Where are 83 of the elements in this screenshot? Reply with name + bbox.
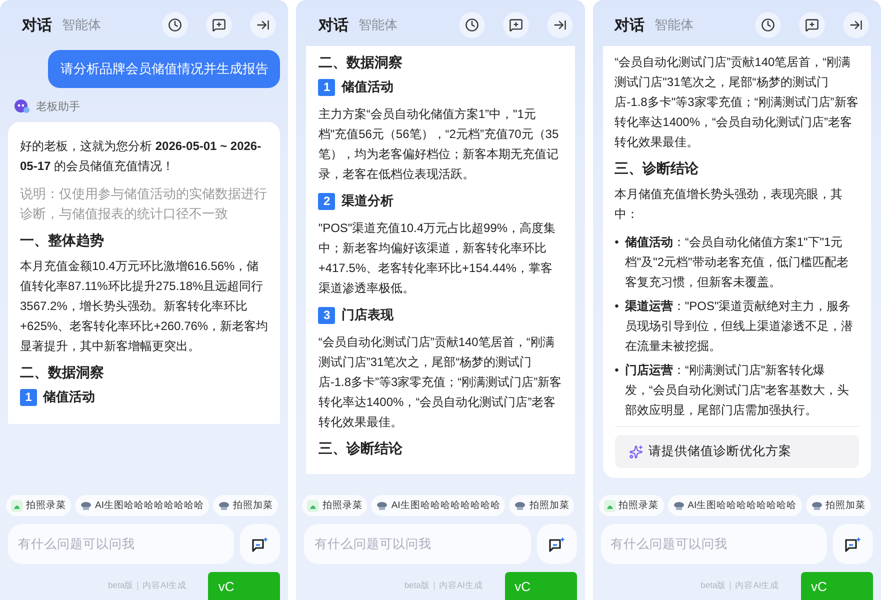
arrow-to-line-icon [848, 18, 863, 32]
chat-sparkle-icon [844, 536, 862, 552]
quick-action-chip[interactable]: 拍照加菜 [806, 495, 871, 516]
message-paragraph: “会员自动化测试门店”贡献140笔居首，“刚满测试门店”31笔次之，尾部“杨梦的测试门店-1.8多卡”等3家零充值；“刚满测试门店”新客转化率达1400%，“会员自动化测试门店”老客转化效果最佳。 [318, 334, 563, 431]
new-chat-button[interactable] [502, 12, 529, 38]
chef-hat-icon [672, 500, 685, 510]
quick-action-chip[interactable]: 拍照加菜 [509, 495, 574, 516]
bullet-marker: • [614, 362, 619, 379]
clock-icon [464, 18, 479, 32]
subsection-title: 储值活动 [341, 78, 394, 96]
chat-sparkle-icon [251, 536, 270, 552]
chat-sparkle-icon [548, 536, 566, 552]
footer-text: beta版｜内容AI生成 [108, 580, 187, 592]
question-input[interactable]: 有什么问题可以问我 [8, 524, 234, 564]
new-chat-button[interactable] [206, 12, 232, 38]
bullet-marker: • [614, 234, 619, 251]
history-button[interactable] [162, 12, 188, 38]
quick-action-chip[interactable]: 拍照录菜 [598, 495, 664, 516]
chef-hat-icon [80, 500, 92, 510]
section-heading: 二、数据洞察 [20, 364, 105, 382]
bullet-marker: • [614, 298, 619, 315]
collapse-button[interactable] [250, 12, 276, 38]
message-plus-icon [212, 18, 226, 32]
number-badge: 3 [318, 306, 336, 324]
ai-chat-button[interactable] [536, 524, 577, 564]
collapse-button[interactable] [546, 12, 573, 38]
message-plus-icon [508, 18, 523, 32]
section-heading: 三、诊断结论 [614, 160, 700, 178]
tab[interactable]: 对话 [318, 16, 348, 34]
message-paragraph: 主力方案“会员自动化储值方案1”中，"1元档"充值56元（56笔），“2元档”充值70元（35笔），均为老客偏好档位；新客本期无充值记录，老客在低档位表现活跃。 [318, 106, 560, 183]
new-chat-button[interactable] [798, 12, 825, 38]
chef-hat-icon [514, 500, 526, 510]
leaf-icon [11, 500, 23, 512]
quick-action-chip[interactable]: AI生图哈哈哈哈哈哈哈哈 [668, 495, 802, 516]
question-input[interactable]: 有什么问题可以问我 [304, 524, 531, 564]
number-badge: 1 [318, 78, 336, 96]
section-heading: 二、数据洞察 [318, 54, 404, 72]
history-button[interactable] [458, 12, 485, 38]
bullet-item: 渠道运营："POS"渠道贡献绝对主力，服务员现场引导到位，但线上渠道渗透不足，潜在流量未被挖掘。 [624, 298, 854, 355]
quick-action-chip[interactable]: 拍照录菜 [6, 495, 71, 516]
bullet-item: 门店运营：“刚满测试门店"新客转化爆发，“会员自动化测试门店"老客基数大，头部效应明显，尾部门店需加强执行。 [624, 362, 850, 419]
assistant-avatar-icon [14, 98, 30, 114]
quick-action-chip[interactable]: 拍照加菜 [212, 495, 278, 516]
user-message: 请分析品牌会员储值情况并生成报告 [48, 50, 280, 88]
number-badge: 2 [318, 192, 336, 210]
message-paragraph: 本月储值充值增长势头强劲，表现亮眼，其中： [614, 186, 844, 223]
subsection-title: 储值活动 [43, 388, 95, 406]
tab[interactable]: 对话 [22, 16, 52, 34]
section-heading: 一、整体趋势 [20, 232, 105, 250]
chef-hat-icon [810, 500, 823, 510]
quick-action-chip[interactable]: AI生图哈哈哈哈哈哈哈哈 [371, 495, 506, 516]
note-text: 说明：仅使用参与储值活动的实储数据进行诊断，与储值报表的统计口径不一致 [20, 185, 268, 223]
footer-text: beta版｜内容AI生成 [700, 580, 780, 592]
history-button[interactable] [754, 12, 781, 38]
subsection-title: 渠道分析 [341, 192, 394, 210]
suggestion-button[interactable]: 请提供储值诊断优化方案 [614, 435, 859, 468]
clock-icon [760, 18, 775, 32]
leaf-icon [604, 500, 616, 512]
chef-hat-icon [218, 500, 230, 510]
message-plus-icon [804, 18, 819, 32]
bullet-item: 储值活动：“会员自动化储值方案1"下"1元档"及"2元档"带动老客充值，低门槛匹配老客复充习惯，但新客未覆盖。 [624, 234, 850, 291]
arrow-to-line-icon [256, 18, 270, 32]
message-paragraph: 好的老板，这就为您分析 2026-05-01 ~ 2026-05-17 的会员储值充值情况！ [20, 138, 262, 175]
question-input[interactable]: 有什么问题可以问我 [600, 524, 827, 564]
assistant-name: 老板助手 [36, 100, 80, 114]
number-badge: 1 [20, 388, 37, 406]
section-heading: 三、诊断结论 [318, 440, 404, 458]
message-paragraph: 本月充值金额10.4万元环比激增616.56%，储值转化率87.11%环比提升275.18%且远超同行3567.2%，增长势头强劲。新客转化率环比+625%、老客转化率环比+260.76%，新老客均显著提升，其中新客增幅更突出。 [20, 258, 268, 355]
arrow-to-line-icon [552, 18, 567, 32]
collapse-button[interactable] [842, 12, 869, 38]
message-paragraph: “会员自动化测试门店”贡献140笔居首，“刚满测试门店"31笔次之，尾部“杨梦的测试门店-1.8多卡"等3家零充值；“刚满测试门店”新客转化率达1400%，“会员自动化测试门店”老客转化效果最佳。 [614, 54, 859, 151]
quick-action-chip[interactable]: AI生图哈哈哈哈哈哈哈哈 [75, 495, 209, 516]
subsection-title: 门店表现 [341, 306, 394, 324]
footer-text: beta版｜内容AI生成 [404, 580, 483, 592]
clock-icon [168, 18, 182, 32]
leaf-icon [307, 500, 320, 512]
ai-chat-button[interactable] [832, 524, 873, 564]
sparkle-icon [628, 444, 643, 458]
message-paragraph: "POS"渠道充值10.4万元占比超99%，高度集中；新老客均偏好该渠道，新客转化率环比+417.5%、老客转化率环比+154.44%，掌客渠道渗透率极低。 [318, 220, 557, 297]
quick-action-chip[interactable]: 拍照录菜 [302, 495, 368, 516]
ai-chat-button[interactable] [240, 524, 280, 564]
tab[interactable]: 对话 [614, 16, 645, 34]
chef-hat-icon [376, 500, 388, 510]
